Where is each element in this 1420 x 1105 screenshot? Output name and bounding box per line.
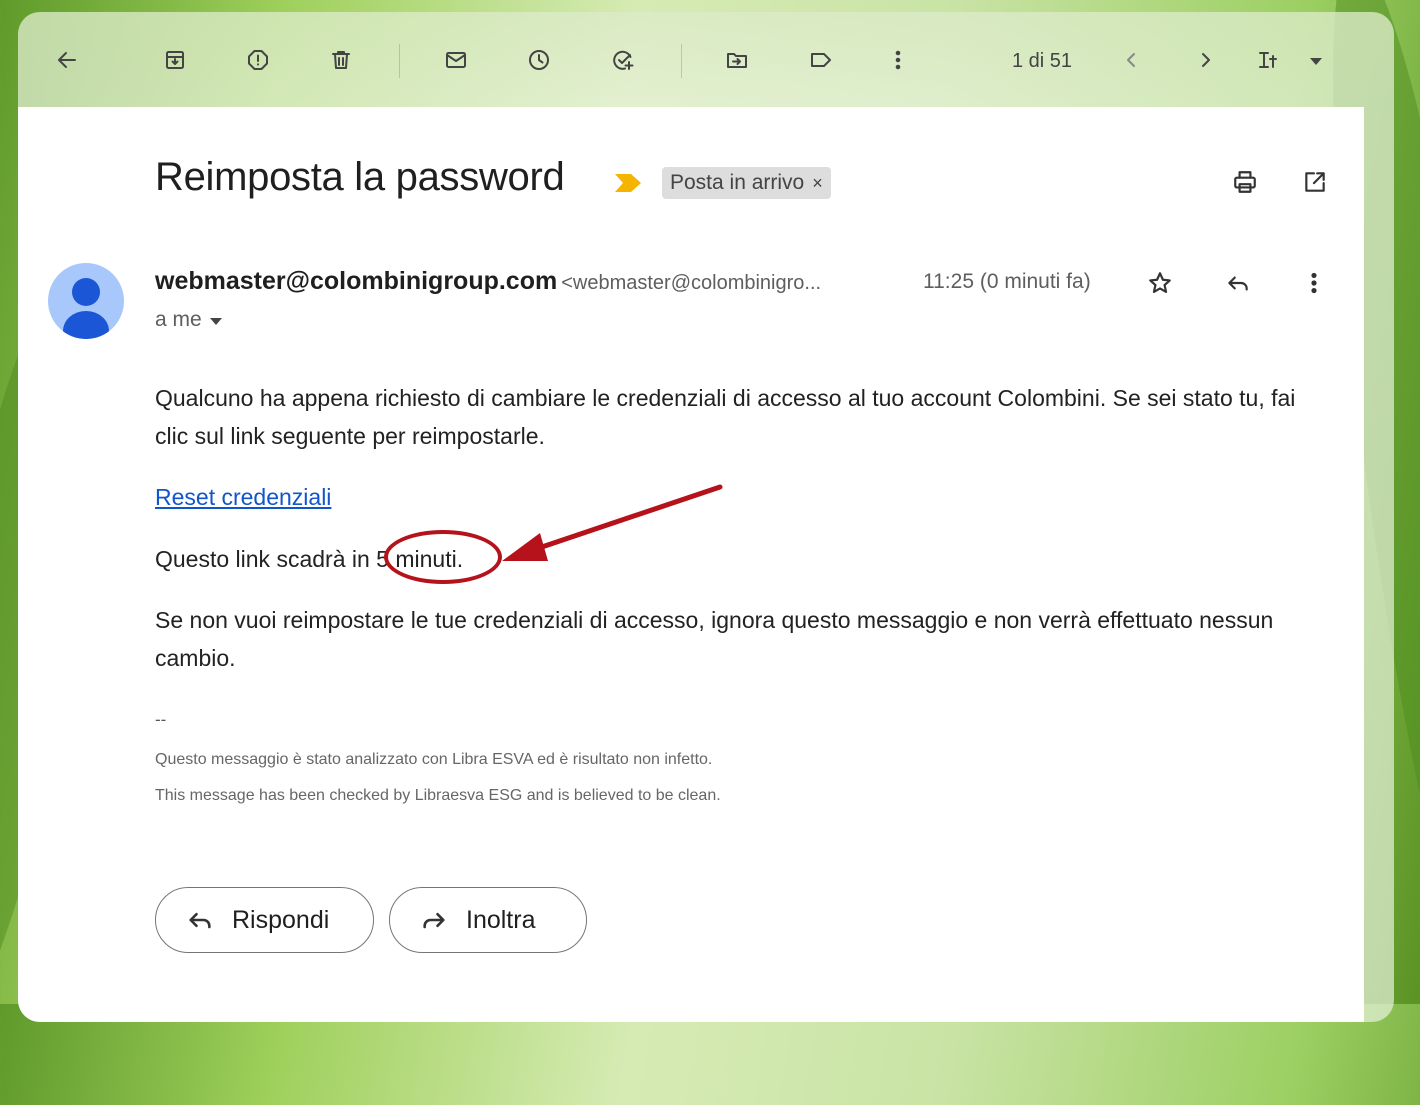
add-task-icon xyxy=(613,50,634,70)
chevron-right-icon xyxy=(1202,53,1210,67)
move-to-button[interactable] xyxy=(719,42,755,78)
forward-button-label: Inoltra xyxy=(466,905,536,934)
annotation-arrow xyxy=(502,484,723,561)
back-button[interactable] xyxy=(49,42,85,78)
mail-window: 1 di 51 Reimposta la password Posta in a… xyxy=(18,12,1394,1022)
remove-label-button[interactable]: × xyxy=(812,173,823,194)
pager-count: 1 di 51 xyxy=(1012,50,1073,72)
label-chip: Posta in arrivo × xyxy=(662,167,831,199)
star-icon xyxy=(1149,272,1171,293)
next-button[interactable] xyxy=(1188,42,1224,78)
chevron-left-icon xyxy=(1127,53,1135,67)
avatar-body xyxy=(63,311,109,339)
signature-separator: -- xyxy=(155,710,167,729)
toolbar-divider xyxy=(681,44,682,78)
reset-credentials-link[interactable]: Reset credenziali xyxy=(155,484,331,510)
avatar-head xyxy=(72,278,100,306)
print-icon xyxy=(1234,171,1256,193)
sender-name[interactable]: webmaster@colombinigroup.com xyxy=(155,267,557,295)
reply-icon xyxy=(1228,276,1248,291)
archive-icon xyxy=(166,51,184,69)
reply-header-button[interactable] xyxy=(1220,265,1256,301)
toolbar-divider xyxy=(399,44,400,78)
forward-button[interactable]: Inoltra xyxy=(389,887,587,953)
recipient-line: a me xyxy=(155,308,222,332)
email-timestamp: 11:25 (0 minuti fa) xyxy=(923,270,1091,293)
message-toolbar: 1 di 51 xyxy=(18,12,1394,108)
label-icon xyxy=(811,53,831,67)
reply-button[interactable]: Rispondi xyxy=(155,887,374,953)
sender-line: webmaster@colombinigroup.com <webmaster@c… xyxy=(155,267,821,296)
mail-icon xyxy=(446,52,466,68)
recipient-text: a me xyxy=(155,308,202,331)
label-chip-text: Posta in arrivo xyxy=(670,171,805,194)
more-button[interactable] xyxy=(880,42,916,78)
input-tools-icon xyxy=(1259,52,1277,68)
body-link-line: Reset credenziali xyxy=(155,478,1325,516)
open-in-new-icon xyxy=(1305,172,1325,192)
clock-icon xyxy=(529,50,549,70)
important-marker-icon[interactable] xyxy=(615,174,641,192)
reply-icon xyxy=(189,912,211,929)
footer-italian: Questo messaggio è stato analizzato con … xyxy=(155,751,713,768)
footer-english: This message has been checked by Libraes… xyxy=(155,787,721,804)
more-vertical-icon xyxy=(895,50,901,70)
annotation-ellipse xyxy=(384,530,502,584)
message-more-button[interactable] xyxy=(1296,265,1332,301)
body-paragraph-3: Se non vuoi reimpostare le tue credenzia… xyxy=(155,607,1274,671)
snooze-button[interactable] xyxy=(521,42,557,78)
chevron-down-icon[interactable] xyxy=(209,317,222,325)
open-in-new-window-button[interactable] xyxy=(1297,164,1333,200)
move-to-folder-icon xyxy=(727,53,747,68)
body-paragraph-1: Qualcuno ha appena richiesto di cambiare… xyxy=(155,385,1296,449)
forward-icon xyxy=(423,912,445,929)
more-vertical-icon xyxy=(1311,272,1317,294)
label-button[interactable] xyxy=(803,42,839,78)
message-panel: Reimposta la password Posta in arrivo × … xyxy=(18,107,1364,1022)
trash-icon xyxy=(332,51,350,69)
avatar[interactable] xyxy=(48,263,124,339)
previous-button[interactable] xyxy=(1113,42,1149,78)
sender-address: <webmaster@colombinigro... xyxy=(561,272,822,294)
print-button[interactable] xyxy=(1227,164,1263,200)
report-spam-button[interactable] xyxy=(240,42,276,78)
report-spam-icon xyxy=(248,50,268,70)
star-button[interactable] xyxy=(1142,265,1178,301)
email-subject: Reimposta la password xyxy=(155,155,565,199)
chevron-down-icon xyxy=(1310,57,1322,65)
mark-unread-button[interactable] xyxy=(438,42,474,78)
body-paragraph-2: Questo link scadrà in 5 minuti. xyxy=(155,546,464,572)
delete-button[interactable] xyxy=(323,42,359,78)
input-tools-button[interactable] xyxy=(1256,42,1322,78)
archive-button[interactable] xyxy=(157,42,193,78)
arrow-left-icon xyxy=(58,52,76,68)
reply-button-label: Rispondi xyxy=(232,905,330,934)
add-task-button[interactable] xyxy=(605,42,641,78)
